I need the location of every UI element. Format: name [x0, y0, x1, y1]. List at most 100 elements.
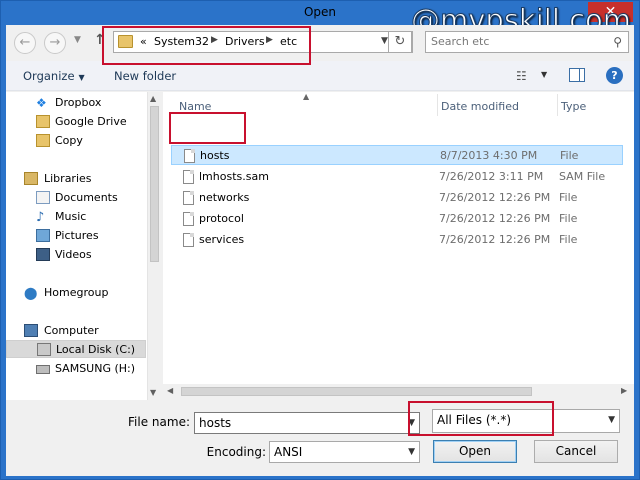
nav-item-music[interactable]: ♪ Music: [6, 208, 146, 226]
file-row[interactable]: hosts 8/7/2013 4:30 PM File: [171, 145, 623, 165]
scroll-down-icon[interactable]: ▼: [150, 388, 156, 397]
file-type: SAM File: [559, 170, 606, 183]
encoding-select[interactable]: ANSI ▼: [269, 441, 420, 463]
crumb-overflow[interactable]: «: [140, 35, 147, 48]
file-name: networks: [199, 191, 250, 204]
crumb-system32[interactable]: System32: [154, 35, 209, 48]
folder-icon: [118, 35, 133, 48]
crumb-drivers[interactable]: Drivers: [225, 35, 265, 48]
documents-icon: [36, 191, 50, 204]
refresh-button[interactable]: ↻: [388, 31, 412, 53]
view-options-icon[interactable]: ☷: [516, 69, 530, 83]
file-type: File: [559, 233, 578, 246]
file-type: File: [560, 149, 579, 162]
column-divider[interactable]: [557, 94, 558, 116]
dialog-body: ← → ▼ ↑ « System32 ▶ Drivers ▶ etc ▼ ↻ S…: [6, 25, 634, 476]
nav-item-copy[interactable]: Copy: [6, 132, 146, 150]
search-icon: ⚲: [613, 35, 622, 49]
file-row[interactable]: services 7/26/2012 12:26 PM File: [171, 230, 623, 250]
nav-scroll-thumb[interactable]: [150, 106, 159, 262]
file-name: lmhosts.sam: [199, 170, 269, 183]
file-type: File: [559, 191, 578, 204]
nav-item-documents[interactable]: Documents: [6, 189, 146, 207]
folder-icon: [36, 134, 50, 147]
file-list: ▲ Name Date modified Type hosts 8/7/2013…: [163, 92, 634, 400]
scroll-up-icon[interactable]: ▲: [150, 94, 156, 103]
nav-item-label: Copy: [55, 134, 83, 147]
organize-label: Organize: [23, 69, 75, 83]
file-row[interactable]: protocol 7/26/2012 12:26 PM File: [171, 209, 623, 229]
chevron-down-icon[interactable]: ▼: [408, 418, 415, 428]
search-placeholder: Search etc: [431, 35, 490, 48]
nav-item-libraries[interactable]: Libraries: [6, 170, 146, 188]
scroll-right-icon[interactable]: ▶: [621, 386, 627, 395]
nav-item-local-disk[interactable]: Local Disk (C:): [6, 340, 146, 358]
organize-button[interactable]: Organize ▼: [23, 69, 85, 83]
back-arrow-icon: ←: [19, 35, 31, 50]
file-list-hscrollbar[interactable]: ◀ ▶: [163, 384, 634, 400]
file-date: 7/26/2012 12:26 PM: [439, 191, 551, 204]
file-icon: [184, 149, 195, 163]
nav-item-google-drive[interactable]: Google Drive: [6, 113, 146, 131]
chevron-down-icon: ▼: [408, 447, 415, 457]
local-disk-icon: [37, 343, 51, 356]
nav-item-dropbox[interactable]: ❖ Dropbox: [6, 94, 146, 112]
nav-item-videos[interactable]: Videos: [6, 246, 146, 264]
sort-ascending-icon: ▲: [303, 92, 310, 101]
open-button[interactable]: Open: [433, 440, 517, 463]
file-icon: [183, 191, 194, 205]
forward-arrow-icon: →: [49, 35, 61, 50]
nav-item-label: Pictures: [55, 229, 99, 242]
search-input[interactable]: Search etc ⚲: [425, 31, 629, 53]
hscroll-thumb[interactable]: [181, 387, 532, 396]
nav-item-label: Dropbox: [55, 96, 102, 109]
file-name-label: File name:: [128, 415, 190, 429]
file-type-filter-value: All Files (*.*): [437, 413, 512, 427]
file-name-input[interactable]: hosts ▼: [194, 412, 420, 434]
new-folder-button[interactable]: New folder: [114, 69, 176, 83]
file-date: 7/26/2012 3:11 PM: [439, 170, 544, 183]
nav-item-label: Videos: [55, 248, 92, 261]
google-drive-icon: [36, 115, 50, 128]
chevron-right-icon[interactable]: ▶: [211, 35, 218, 45]
nav-item-computer[interactable]: Computer: [6, 322, 146, 340]
help-icon[interactable]: ?: [606, 67, 623, 84]
column-divider[interactable]: [437, 94, 438, 116]
nav-item-label: Homegroup: [44, 286, 109, 299]
chevron-down-icon: ▼: [608, 415, 615, 425]
chevron-right-icon[interactable]: ▶: [266, 35, 273, 45]
chevron-down-icon[interactable]: ▼: [541, 70, 547, 79]
nav-item-label: Google Drive: [55, 115, 127, 128]
column-date-modified[interactable]: Date modified: [441, 100, 519, 113]
chevron-down-icon: ▼: [78, 73, 85, 82]
chevron-down-icon[interactable]: ▼: [381, 36, 388, 46]
nav-scrollbar[interactable]: ▲ ▼: [147, 92, 161, 400]
nav-item-homegroup[interactable]: ⬤ Homegroup: [6, 284, 146, 302]
nav-item-label: Documents: [55, 191, 118, 204]
file-row[interactable]: networks 7/26/2012 12:26 PM File: [171, 188, 623, 208]
address-bar[interactable]: « System32 ▶ Drivers ▶ etc ▼: [113, 31, 413, 53]
encoding-value: ANSI: [274, 445, 303, 459]
crumb-etc[interactable]: etc: [280, 35, 297, 48]
file-name: services: [199, 233, 245, 246]
nav-item-pictures[interactable]: Pictures: [6, 227, 146, 245]
cancel-button[interactable]: Cancel: [534, 440, 618, 463]
file-type-filter[interactable]: All Files (*.*) ▼: [432, 409, 620, 433]
column-type[interactable]: Type: [561, 100, 586, 113]
forward-button[interactable]: →: [44, 32, 66, 54]
music-icon: ♪: [36, 210, 45, 225]
back-button[interactable]: ←: [14, 32, 36, 54]
file-name: protocol: [199, 212, 244, 225]
scroll-left-icon[interactable]: ◀: [167, 386, 173, 395]
up-button[interactable]: ↑: [94, 32, 106, 48]
column-name[interactable]: Name: [179, 100, 211, 113]
videos-icon: [36, 248, 50, 261]
pictures-icon: [36, 229, 50, 242]
recent-locations-button[interactable]: ▼: [74, 35, 81, 45]
file-row[interactable]: lmhosts.sam 7/26/2012 3:11 PM SAM File: [171, 167, 623, 187]
nav-item-samsung[interactable]: SAMSUNG (H:): [6, 360, 146, 378]
file-date: 7/26/2012 12:26 PM: [439, 212, 551, 225]
file-icon: [183, 233, 194, 247]
preview-pane-icon[interactable]: [569, 68, 585, 82]
file-icon: [183, 212, 194, 226]
